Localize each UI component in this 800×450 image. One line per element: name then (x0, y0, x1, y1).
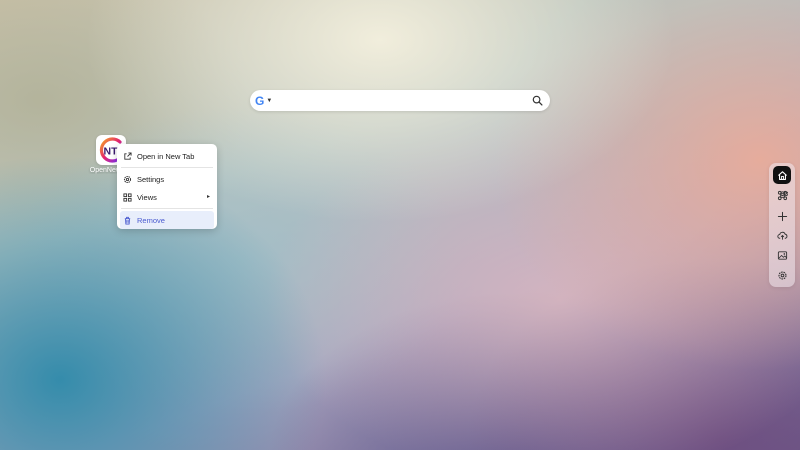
context-menu: Open in New Tab Settings Views ▸ Remove (117, 144, 217, 229)
command-icon (777, 190, 788, 200)
dock-upload-button[interactable] (773, 226, 791, 244)
side-dock (769, 163, 795, 287)
external-link-icon (122, 151, 132, 161)
menu-item-settings[interactable]: Settings (120, 170, 214, 188)
search-input[interactable] (272, 91, 529, 110)
menu-item-label: Views (137, 192, 157, 202)
menu-item-views[interactable]: Views ▸ (120, 188, 214, 206)
dock-wallpaper-button[interactable] (773, 246, 791, 264)
image-icon (777, 250, 787, 260)
plus-icon (777, 211, 787, 221)
dock-home-button[interactable] (773, 166, 791, 184)
menu-item-label: Remove (137, 215, 165, 225)
trash-icon (122, 215, 132, 225)
menu-separator (121, 208, 213, 209)
cloud-upload-icon (776, 231, 787, 240)
home-icon (777, 170, 787, 180)
chevron-right-icon: ▸ (206, 194, 210, 200)
menu-separator (121, 167, 213, 168)
menu-item-label: Settings (137, 174, 165, 184)
gear-icon (122, 174, 132, 184)
menu-item-label: Open in New Tab (137, 151, 195, 161)
svg-text:NT: NT (104, 146, 119, 158)
wallpaper: G ▼ NT OpenNewTab Open in New Tab Settin… (0, 0, 800, 450)
dock-command-button[interactable] (773, 186, 791, 204)
dock-settings-button[interactable] (773, 266, 791, 284)
grid-icon (122, 192, 132, 202)
menu-item-remove[interactable]: Remove (120, 211, 214, 229)
search-engine-selector[interactable]: G ▼ (255, 95, 272, 107)
google-icon: G (255, 93, 265, 108)
search-bar: G ▼ (250, 90, 550, 111)
menu-item-open-new-tab[interactable]: Open in New Tab (120, 147, 214, 165)
search-icon (532, 95, 543, 106)
dock-add-button[interactable] (773, 207, 791, 225)
search-button[interactable] (529, 93, 545, 109)
gear-icon (777, 270, 787, 280)
